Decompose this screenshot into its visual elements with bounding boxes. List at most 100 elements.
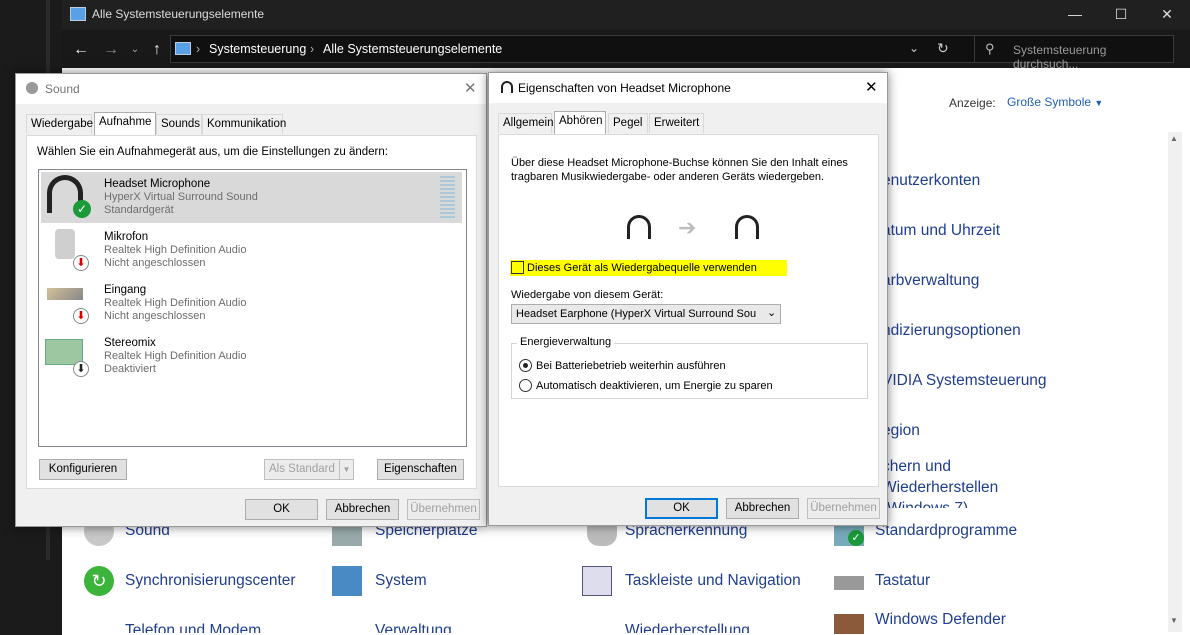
- close-button[interactable]: ✕: [1144, 0, 1190, 30]
- device-driver: Realtek High Definition Audio: [104, 297, 247, 309]
- scroll-down-arrow-icon[interactable]: ▼: [1170, 616, 1178, 625]
- cp-item-wiederherstellen[interactable]: Wiederherstellen: [882, 479, 998, 497]
- props-ok-button[interactable]: OK: [645, 498, 718, 519]
- search-icon: ⚲: [985, 41, 995, 56]
- tab-kommunikation[interactable]: Kommunikation: [202, 114, 286, 134]
- configure-button[interactable]: Konfigurieren: [39, 459, 127, 480]
- device-name: Headset Microphone: [104, 178, 211, 190]
- sound-cancel-button[interactable]: Abbrechen: [326, 499, 399, 520]
- cp-window-title: Alle Systemsteuerungselemente: [92, 7, 265, 21]
- cp-item-indizierungsoptionen[interactable]: ndizierungsoptionen: [882, 322, 1021, 340]
- unplugged-arrow-icon: ⬇: [73, 255, 89, 271]
- control-panel-icon: [175, 42, 191, 55]
- breadcrumb-separator: ›: [196, 42, 201, 56]
- breadcrumb-all-items[interactable]: Alle Systemsteuerungselemente: [323, 42, 502, 56]
- view-dropdown-value: Große Symbole: [1007, 95, 1092, 109]
- cp-item-wiederherstellung[interactable]: Wiederherstellung: [625, 622, 750, 633]
- windows-defender-icon: [834, 614, 864, 634]
- playback-device-select[interactable]: Headset Earphone (HyperX Virtual Surroun…: [511, 304, 781, 324]
- cp-item-tastatur[interactable]: Tastatur: [875, 572, 930, 590]
- minimize-button[interactable]: —: [1052, 0, 1098, 30]
- device-name: Stereomix: [104, 337, 156, 349]
- sync-icon: ↻: [84, 566, 114, 596]
- listen-description: Über diese Headset Microphone-Buchse kön…: [511, 157, 848, 183]
- back-arrow-icon[interactable]: ←: [70, 39, 92, 61]
- radio-keep-running-label: Bei Batteriebetrieb weiterhin ausführen: [536, 360, 726, 372]
- chevron-down-icon: ⌄: [767, 307, 777, 319]
- cp-item-datum-uhrzeit[interactable]: atum und Uhrzeit: [882, 222, 1000, 240]
- cp-item-verwaltung[interactable]: Verwaltung: [375, 622, 452, 633]
- device-item-headset[interactable]: ✓ Headset Microphone HyperX Virtual Surr…: [41, 172, 462, 223]
- close-icon[interactable]: ✕: [464, 79, 477, 97]
- target-headset-icon: [735, 215, 759, 239]
- cp-item-windows7[interactable]: (Windows 7): [882, 500, 968, 508]
- playback-label: Wiedergabe von diesem Gerät:: [511, 289, 664, 301]
- up-arrow-icon[interactable]: ↑: [146, 39, 168, 61]
- device-item-stereomix[interactable]: ⬇ Stereomix Realtek High Definition Audi…: [41, 331, 462, 382]
- props-apply-button: Übernehmen: [807, 498, 880, 519]
- cp-item-telefon-modem[interactable]: Telefon und Modem: [125, 622, 261, 633]
- cp-item-benutzerkonten[interactable]: enutzerkonten: [882, 172, 980, 190]
- microphone-icon: [55, 229, 75, 259]
- dropdown-triangle-icon: ▼: [339, 460, 353, 479]
- tab-erweitert[interactable]: Erweitert: [649, 113, 704, 133]
- address-bar[interactable]: › Systemsteuerung › Alle Systemsteuerung…: [170, 35, 1018, 63]
- sound-ok-button[interactable]: OK: [245, 499, 318, 520]
- tab-allgemein[interactable]: Allgemein: [498, 113, 554, 133]
- breadcrumb-systemsteuerung[interactable]: Systemsteuerung: [209, 42, 306, 56]
- scroll-up-arrow-icon[interactable]: ▲: [1170, 134, 1178, 143]
- cp-item-nvidia[interactable]: VIDIA Systemsteuerung: [882, 372, 1047, 390]
- view-dropdown[interactable]: Große Symbole ▼: [1007, 95, 1103, 109]
- device-item-eingang[interactable]: ⬇ Eingang Realtek High Definition Audio …: [41, 278, 462, 329]
- device-status: Nicht angeschlossen: [104, 257, 206, 269]
- device-item-mikrofon[interactable]: ⬇ Mikrofon Realtek High Definition Audio…: [41, 225, 462, 276]
- listen-checkbox-row[interactable]: Dieses Gerät als Wiedergabequelle verwen…: [510, 260, 787, 276]
- search-placeholder: Systemsteuerung durchsuch...: [1013, 43, 1107, 71]
- disabled-arrow-icon: ⬇: [73, 361, 89, 377]
- properties-dialog: Eigenschaften von Headset Microphone ✕ A…: [488, 72, 888, 526]
- control-panel-icon: [70, 7, 86, 21]
- cp-item-windows-defender[interactable]: Windows Defender: [875, 611, 1006, 629]
- keyboard-icon: [834, 576, 864, 590]
- cp-item-taskleiste[interactable]: Taskleiste und Navigation: [625, 572, 801, 590]
- radio-auto-disable[interactable]: Automatisch deaktivieren, um Energie zu …: [519, 378, 859, 393]
- radio-unselected: [519, 379, 532, 392]
- sound-tab-panel: Wählen Sie ein Aufnahmegerät aus, um die…: [26, 135, 477, 489]
- maximize-button[interactable]: ☐: [1098, 0, 1144, 30]
- properties-button[interactable]: Eigenschaften: [377, 459, 464, 480]
- close-icon[interactable]: ✕: [865, 78, 878, 96]
- sound-dialog-title: Sound: [45, 82, 80, 96]
- taskbar-icon: [582, 566, 612, 596]
- chevron-down-icon[interactable]: ⌄: [124, 39, 146, 61]
- device-list[interactable]: ✓ Headset Microphone HyperX Virtual Surr…: [38, 169, 467, 447]
- tab-pegel[interactable]: Pegel: [608, 113, 648, 133]
- view-label: Anzeige:: [949, 96, 996, 110]
- device-status: Nicht angeschlossen: [104, 310, 206, 322]
- search-box[interactable]: ⚲ Systemsteuerung durchsuch...: [974, 35, 1174, 71]
- playback-device-value: Headset Earphone (HyperX Virtual Surroun…: [516, 308, 757, 320]
- speaker-icon: [26, 82, 38, 94]
- forward-arrow-icon[interactable]: →: [100, 39, 122, 61]
- properties-tabstrip: Allgemein Abhören Pegel Erweitert: [498, 111, 888, 135]
- tab-abhoeren[interactable]: Abhören: [554, 111, 606, 134]
- properties-dialog-title: Eigenschaften von Headset Microphone: [518, 81, 731, 95]
- props-cancel-button[interactable]: Abbrechen: [726, 498, 799, 519]
- tab-wiedergabe[interactable]: Wiedergabe: [26, 114, 93, 134]
- cp-item-sichern[interactable]: chern und: [882, 458, 951, 476]
- tab-sounds[interactable]: Sounds: [156, 114, 202, 134]
- radio-auto-disable-label: Automatisch deaktivieren, um Energie zu …: [536, 380, 773, 392]
- energy-group-label: Energieverwaltung: [517, 336, 615, 348]
- cp-item-system[interactable]: System: [375, 572, 427, 590]
- cp-item-standardprogramme[interactable]: Standardprogramme: [875, 522, 1017, 540]
- arrow-right-icon: ➔: [678, 215, 697, 240]
- refresh-icon[interactable]: ↻: [937, 40, 949, 57]
- dropdown-triangle-icon: ▼: [1094, 98, 1104, 108]
- cp-item-synchronisierungscenter[interactable]: Synchronisierungscenter: [125, 572, 296, 590]
- cp-scrollbar[interactable]: ▲ ▼: [1168, 132, 1182, 632]
- tab-aufnahme[interactable]: Aufnahme: [94, 112, 156, 135]
- properties-titlebar: Eigenschaften von Headset Microphone ✕: [489, 73, 887, 103]
- radio-keep-running[interactable]: Bei Batteriebetrieb weiterhin ausführen: [519, 358, 859, 373]
- dropdown-chevron-icon[interactable]: ⌄: [909, 41, 919, 55]
- cp-item-farbverwaltung[interactable]: arbverwaltung: [882, 272, 979, 290]
- listen-checkbox[interactable]: [511, 261, 524, 274]
